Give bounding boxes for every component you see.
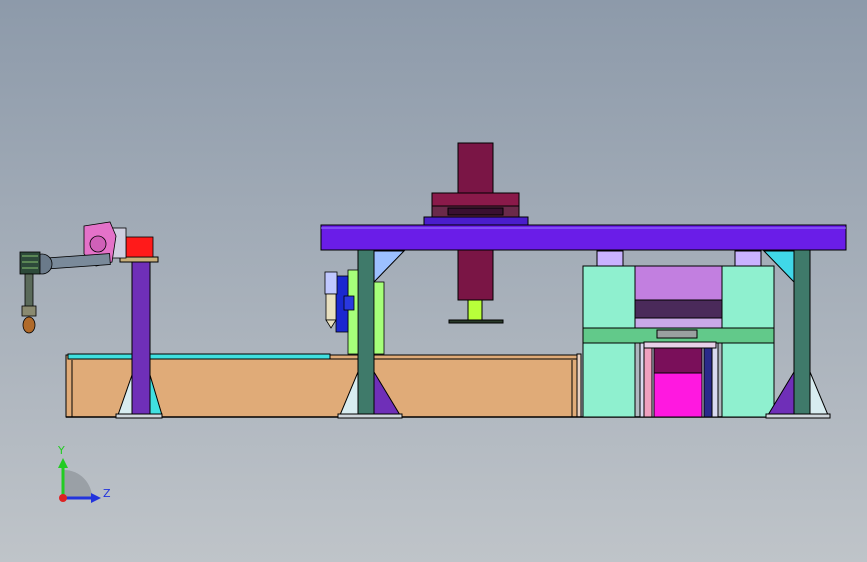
press-grey-insert (656, 329, 698, 339)
robot-wrist-housing (19, 251, 41, 275)
ram-carriage-slot (447, 207, 504, 216)
ram-foot (448, 319, 504, 324)
pedestal-base-plate (115, 413, 163, 419)
ram-rail-plate (423, 216, 529, 226)
press-dark-plate (634, 299, 723, 319)
gantry-beam[interactable] (320, 224, 847, 251)
press-guide-right (703, 347, 713, 418)
tank-end-plate (576, 353, 582, 418)
left-column-post (357, 249, 375, 417)
robot-joint (89, 235, 107, 253)
tank-rim (67, 353, 331, 360)
nozzle-tip (325, 293, 337, 321)
robot-gripper (22, 316, 36, 334)
robot-tool-mount (21, 305, 37, 317)
robot-tool-shaft (24, 273, 34, 309)
press-light-plate (634, 317, 723, 329)
left-column-base-plate (337, 413, 403, 419)
nozzle-body (324, 271, 338, 295)
triad-y-label: Y (57, 444, 65, 457)
robot-motor-box (125, 236, 154, 258)
beam-body (320, 224, 847, 251)
press-cylinder-left (596, 250, 624, 267)
ram-lower-column (457, 249, 494, 301)
press-frame-top-rail (643, 341, 717, 349)
right-column-post (793, 249, 811, 417)
press-cylinder-right (734, 250, 762, 267)
press-magenta-block (653, 372, 703, 418)
ram-top-column (457, 142, 494, 194)
side-tool-blue-clamp (343, 295, 355, 311)
side-tool-light-panel (373, 281, 385, 355)
triad-z-label: Z (103, 487, 111, 500)
ram-crossbar (431, 192, 520, 207)
triad-origin-dot (59, 494, 67, 502)
press-maroon-block (653, 347, 703, 374)
press-unit[interactable] (582, 250, 775, 418)
right-column-base-plate (765, 413, 831, 419)
side-tool-green-post (347, 269, 359, 355)
press-guide-left (643, 347, 653, 418)
pedestal-column (131, 261, 151, 417)
cad-viewport[interactable]: Y Z (0, 0, 867, 562)
ram-rod (467, 299, 483, 321)
press-upper-die (634, 265, 723, 301)
